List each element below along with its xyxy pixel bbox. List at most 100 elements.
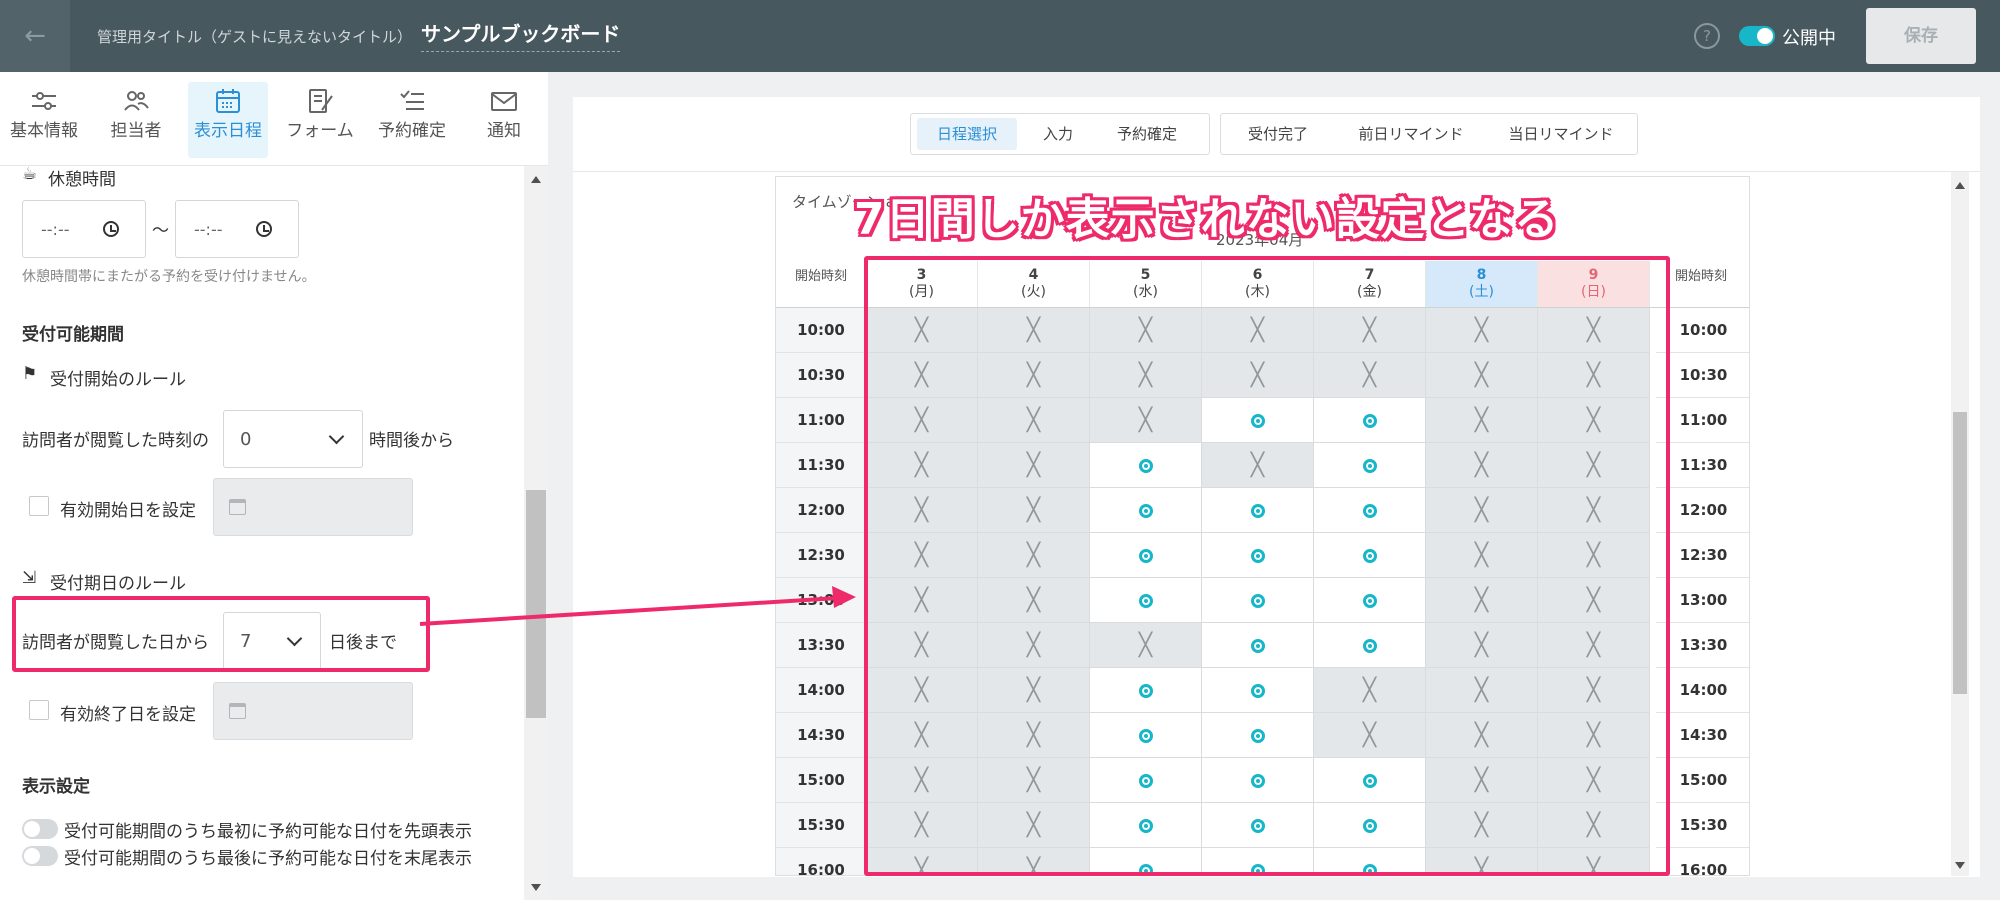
end-date-label: 有効終了日を設定	[60, 705, 196, 725]
scroll-down-arrow[interactable]	[1955, 862, 1965, 869]
preview-tab-complete[interactable]: 受付完了	[1233, 118, 1323, 150]
time-label: 15:00	[776, 758, 866, 803]
tab-basic-info[interactable]: 基本情報	[4, 82, 84, 158]
preview-tab-schedule[interactable]: 日程選択	[917, 118, 1017, 150]
chevron-down-icon	[328, 428, 345, 445]
settings-panel: 基本情報 担当者 表示日程 フォーム 予約確定 通知 ☕ 休憩時間 --:-- …	[0, 72, 548, 900]
time-label-right: 11:30	[1656, 443, 1749, 488]
time-label: 12:30	[776, 533, 866, 578]
start-rule-suffix: 時間後から	[369, 431, 454, 451]
first-date-label: 受付可能期間のうち最初に予約可能な日付を先頭表示	[64, 822, 472, 842]
clock-icon	[256, 221, 272, 237]
time-label: 14:30	[776, 713, 866, 758]
time-label-right: 10:00	[1656, 308, 1749, 353]
deadline-rule-icon: ⇲	[22, 568, 37, 588]
time-label: 10:30	[776, 353, 866, 398]
arrow-left-icon: ←	[24, 21, 46, 51]
break-end-time-input[interactable]: --:--	[175, 200, 299, 258]
publish-toggle[interactable]	[1739, 26, 1775, 46]
checklist-icon	[372, 82, 452, 116]
back-button[interactable]: ←	[0, 0, 70, 72]
end-date-input[interactable]	[213, 682, 413, 740]
time-label-right: 16:00	[1656, 848, 1749, 875]
time-label-right: 12:30	[1656, 533, 1749, 578]
time-label-right: 14:30	[1656, 713, 1749, 758]
app-header: ← 管理用タイトル（ゲストに見えないタイトル） サンプルブックボード ? 公開中…	[0, 0, 2000, 72]
time-placeholder: --:--	[194, 220, 223, 239]
start-rule-title: 受付開始のルール	[50, 370, 186, 390]
calendar-icon	[229, 703, 246, 719]
time-label-right: 13:00	[1656, 578, 1749, 623]
tab-label: フォーム	[286, 121, 354, 141]
tab-booking-confirm[interactable]: 予約確定	[372, 82, 452, 158]
preview-tab-same-day[interactable]: 当日リマインド	[1491, 118, 1631, 150]
publish-status-label: 公開中	[1782, 28, 1836, 49]
admin-title-input[interactable]: サンプルブックボード	[421, 18, 621, 52]
time-label-right: 15:00	[1656, 758, 1749, 803]
time-label: 11:30	[776, 443, 866, 488]
tab-label: 担当者	[110, 121, 162, 141]
mail-icon	[464, 82, 544, 116]
start-hours-select[interactable]: 0	[223, 410, 363, 468]
tab-notification[interactable]: 通知	[464, 82, 544, 158]
break-time-title: 休憩時間	[48, 170, 116, 190]
help-icon[interactable]: ?	[1694, 23, 1720, 49]
tab-assignees[interactable]: 担当者	[96, 82, 176, 158]
preview-tab-confirm[interactable]: 予約確定	[1097, 118, 1197, 150]
scroll-up-arrow[interactable]	[531, 176, 541, 183]
settings-scrollbar-thumb[interactable]	[526, 490, 546, 718]
clock-icon	[103, 221, 119, 237]
tab-label: 予約確定	[378, 121, 446, 141]
time-label-right: 13:30	[1656, 623, 1749, 668]
time-label: 14:00	[776, 668, 866, 713]
start-date-checkbox[interactable]	[29, 496, 49, 516]
tab-label: 通知	[487, 121, 521, 141]
time-label: 12:00	[776, 488, 866, 533]
preview-tabs-group-1: 日程選択 入力 予約確定	[910, 113, 1210, 155]
preview-tab-input[interactable]: 入力	[1023, 118, 1093, 150]
end-date-checkbox[interactable]	[29, 700, 49, 720]
preview-divider	[573, 171, 1980, 172]
highlight-seven-days	[864, 256, 1670, 876]
time-label-right: 14:00	[1656, 668, 1749, 713]
start-date-input[interactable]	[213, 478, 413, 536]
break-tilde: ～	[152, 221, 169, 241]
preview-scrollbar-thumb[interactable]	[1953, 412, 1967, 694]
time-placeholder: --:--	[41, 220, 70, 239]
time-label: 16:00	[776, 848, 866, 875]
time-label: 13:30	[776, 623, 866, 668]
settings-tabs: 基本情報 担当者 表示日程 フォーム 予約確定 通知	[0, 72, 548, 166]
preview-tabs-group-2: 受付完了 前日リマインド 当日リマインド	[1220, 113, 1638, 155]
last-date-toggle[interactable]	[22, 846, 58, 866]
time-label: 13:00	[776, 578, 866, 623]
annotation-text: 7日間しか表示されない設定となる	[854, 194, 1560, 245]
time-label: 11:00	[776, 398, 866, 443]
flag-icon: ⚑	[22, 364, 38, 384]
calendar-icon	[229, 499, 246, 515]
display-settings-title: 表示設定	[22, 777, 90, 797]
time-label-right: 11:00	[1656, 398, 1749, 443]
time-label-right: 10:30	[1656, 353, 1749, 398]
start-date-label: 有効開始日を設定	[60, 501, 196, 521]
time-label: 10:00	[776, 308, 866, 353]
tab-label: 表示日程	[194, 121, 262, 141]
highlight-end-rule	[12, 596, 430, 672]
preview-tab-day-before[interactable]: 前日リマインド	[1341, 118, 1481, 150]
period-title: 受付可能期間	[22, 325, 124, 345]
first-date-toggle[interactable]	[22, 819, 58, 839]
tab-display-schedule[interactable]: 表示日程	[188, 82, 268, 158]
tab-label: 基本情報	[10, 121, 78, 141]
save-button[interactable]: 保存	[1866, 8, 1976, 64]
tab-form[interactable]: フォーム	[280, 82, 360, 158]
scroll-up-arrow[interactable]	[1955, 182, 1965, 189]
admin-title-caption: 管理用タイトル（ゲストに見えないタイトル）	[97, 28, 413, 46]
time-label-right: 15:30	[1656, 803, 1749, 848]
form-icon	[280, 82, 360, 116]
scroll-down-arrow[interactable]	[531, 884, 541, 891]
users-icon	[96, 82, 176, 116]
last-date-label: 受付可能期間のうち最後に予約可能な日付を末尾表示	[64, 849, 472, 869]
calendar-icon	[188, 82, 268, 116]
break-start-time-input[interactable]: --:--	[22, 200, 146, 258]
sliders-icon	[4, 82, 84, 116]
start-rule-prefix: 訪問者が閲覧した時刻の	[22, 431, 209, 451]
